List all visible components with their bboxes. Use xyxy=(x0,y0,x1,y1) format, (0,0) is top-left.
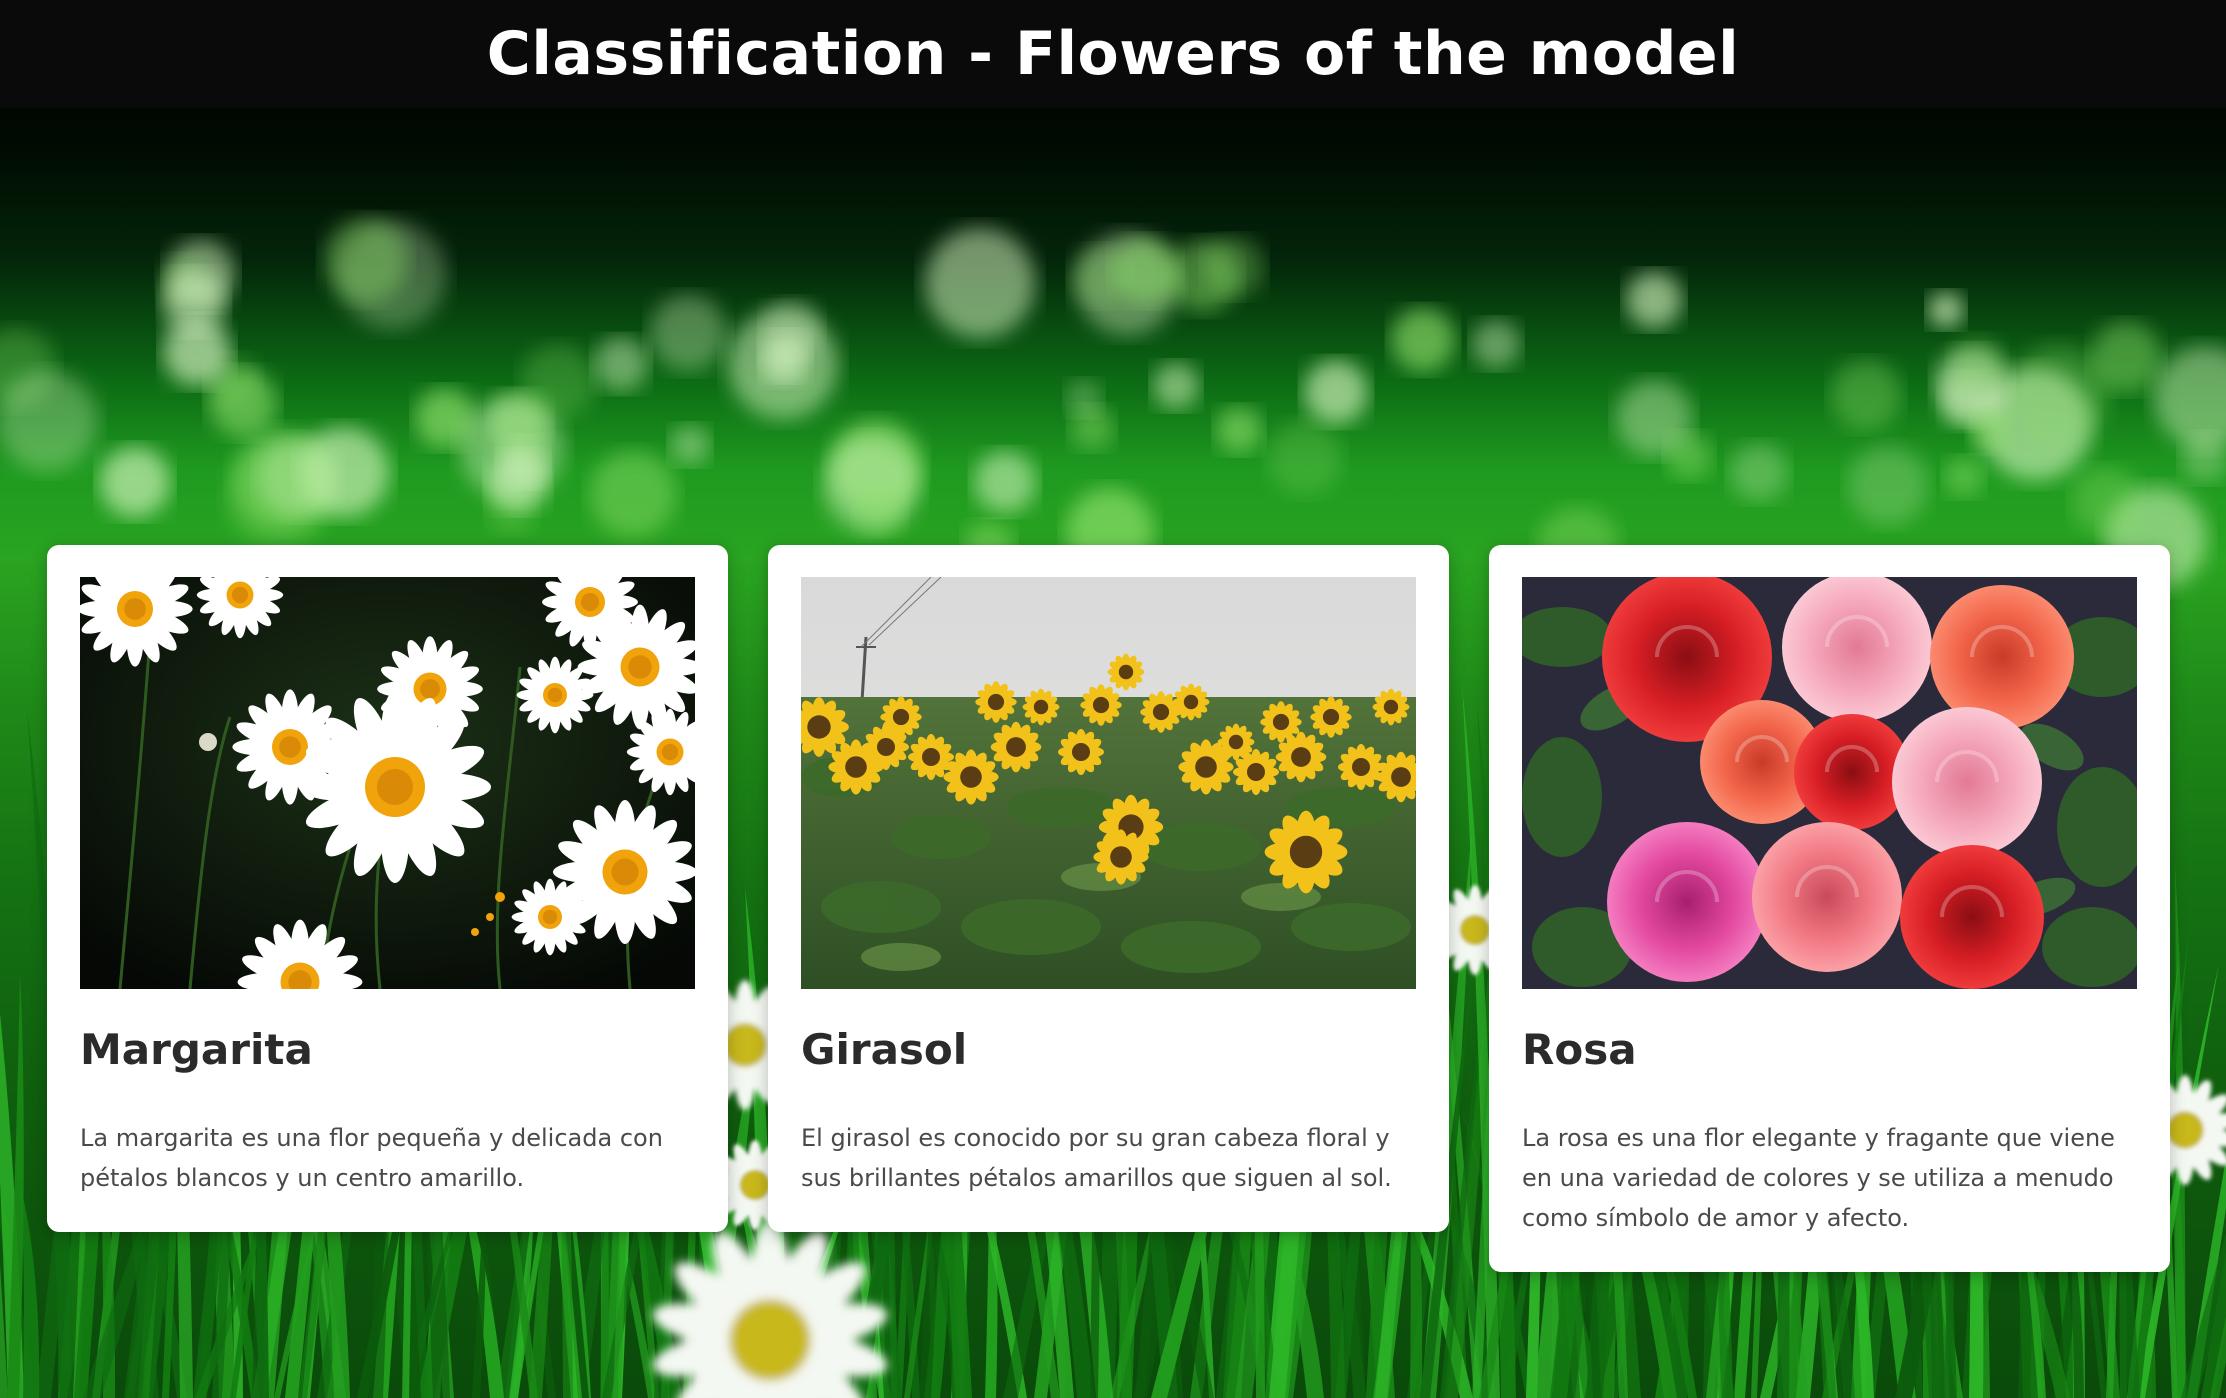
page-title: Classification - Flowers of the model xyxy=(486,19,1740,89)
roses-bouquet-photo xyxy=(1522,577,2137,989)
bokeh-light xyxy=(2154,346,2226,448)
bokeh-light xyxy=(1066,380,1102,416)
card-description: La margarita es una flor pequeña y delic… xyxy=(80,1124,663,1192)
bokeh-light xyxy=(1950,336,2004,390)
bokeh-light xyxy=(974,451,1036,513)
bokeh-light xyxy=(258,437,338,517)
card-description: El girasol es conocido por su gran cabez… xyxy=(801,1124,1392,1192)
flower-cards: Margarita La margarita es una flor peque… xyxy=(47,545,2170,1272)
bokeh-light xyxy=(1944,457,1984,497)
bokeh-light xyxy=(1848,445,1928,525)
sunflower-field-photo xyxy=(801,577,1416,989)
flower-card-girasol: Girasol El girasol es conocido por su gr… xyxy=(768,545,1449,1232)
bokeh-light xyxy=(1626,272,1682,328)
bokeh-light xyxy=(1391,308,1455,372)
bokeh-light xyxy=(100,447,170,517)
bokeh-light xyxy=(2007,344,2109,446)
bokeh-light xyxy=(728,309,838,419)
bokeh-light xyxy=(1969,410,2011,452)
bokeh-light xyxy=(670,425,710,465)
card-description: La rosa es una flor elegante y fragante … xyxy=(1522,1124,2115,1232)
bokeh-light xyxy=(2072,467,2140,535)
bokeh-light xyxy=(925,228,1035,338)
bokeh-light xyxy=(324,218,408,302)
bokeh-light xyxy=(650,295,726,371)
bokeh-light xyxy=(1472,320,1520,368)
card-title: Girasol xyxy=(801,1025,968,1074)
card-title: Margarita xyxy=(80,1025,313,1074)
bokeh-light xyxy=(594,337,648,391)
bokeh-light xyxy=(1831,360,1901,430)
bokeh-light xyxy=(163,318,231,386)
page: Classification - Flowers of the model Ma… xyxy=(0,0,2226,1398)
card-title: Rosa xyxy=(1522,1025,1637,1074)
bokeh-light xyxy=(460,396,564,500)
bokeh-light xyxy=(1216,407,1262,453)
flower-card-margarita: Margarita La margarita es una flor peque… xyxy=(47,545,728,1232)
bokeh-light xyxy=(590,451,676,537)
bokeh-light xyxy=(1153,363,1199,409)
daisy-photo xyxy=(80,577,695,989)
bokeh-light xyxy=(1616,380,1692,456)
bokeh-light xyxy=(855,484,905,534)
bokeh-light xyxy=(1730,443,1788,501)
bokeh-light xyxy=(1268,421,1342,495)
flower-card-rosa: Rosa La rosa es una flor elegante y frag… xyxy=(1489,545,2170,1272)
bokeh-light xyxy=(1928,292,1964,328)
bokeh-light xyxy=(1167,240,1239,312)
page-header: Classification - Flowers of the model xyxy=(0,0,2226,108)
bokeh-light xyxy=(1304,360,1368,424)
bokeh-light xyxy=(0,371,97,471)
